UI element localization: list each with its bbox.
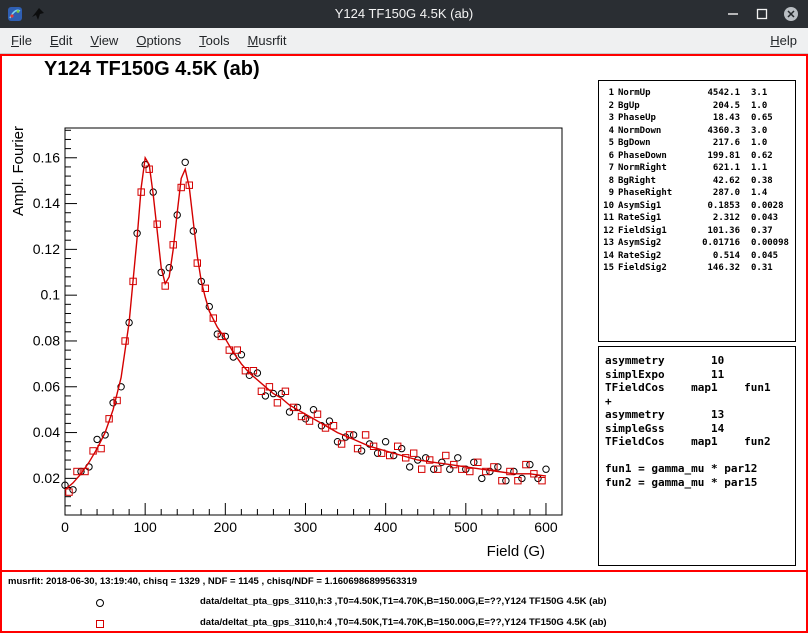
square-marker-icon	[94, 617, 106, 633]
theory-line	[605, 449, 789, 463]
parameter-row: 5BgDown217.61.0	[603, 137, 791, 150]
theory-line: simplExpo 11	[605, 368, 789, 382]
menu-file[interactable]: File	[2, 29, 41, 52]
titlebar: Y124 TF150G 4.5K (ab)	[0, 0, 808, 28]
window-title: Y124 TF150G 4.5K (ab)	[0, 0, 808, 28]
svg-text:0.16: 0.16	[33, 149, 60, 165]
theory-function-panel: asymmetry 10simplExpo 11TFieldCos map1 f…	[598, 346, 796, 566]
svg-text:0.02: 0.02	[33, 470, 60, 486]
parameter-row: 14RateSig20.5140.045	[603, 250, 791, 263]
theory-line: fun1 = gamma_mu * par12	[605, 462, 789, 476]
minimize-button[interactable]	[725, 6, 741, 22]
parameter-row: 7NormRight621.11.1	[603, 162, 791, 175]
theory-line: +	[605, 395, 789, 409]
root-canvas[interactable]: Y124 TF150G 4.5K (ab) 010020030040050060…	[0, 54, 808, 633]
svg-text:200: 200	[214, 519, 238, 535]
circle-marker-icon	[94, 596, 106, 614]
maximize-button[interactable]	[754, 6, 770, 22]
menubar-left: FileEditViewOptionsToolsMusrfit	[0, 29, 296, 52]
parameter-row: 1NormUp4542.13.1	[603, 87, 791, 100]
theory-line: asymmetry 10	[605, 354, 789, 368]
legend-label: data/deltat_pta_gps_3110,h:4 ,T0=4.50K,T…	[200, 617, 607, 628]
menubar-right: Help	[761, 33, 808, 48]
svg-text:300: 300	[294, 519, 318, 535]
svg-text:0.1: 0.1	[41, 287, 61, 303]
parameter-row: 3PhaseUp18.430.65	[603, 112, 791, 125]
svg-text:500: 500	[454, 519, 478, 535]
theory-line: asymmetry 13	[605, 408, 789, 422]
theory-line: simpleGss 14	[605, 422, 789, 436]
menu-view[interactable]: View	[81, 29, 127, 52]
fit-statistics-line: musrfit: 2018-06-30, 13:19:40, chisq = 1…	[8, 576, 417, 587]
close-button[interactable]	[783, 6, 799, 22]
parameter-row: 13AsymSig20.017160.00098	[603, 237, 791, 250]
svg-text:Ampl. Fourier: Ampl. Fourier	[10, 126, 27, 216]
legend-entry: data/deltat_pta_gps_3110,h:3 ,T0=4.50K,T…	[2, 592, 806, 612]
parameter-row: 8BgRight42.620.38	[603, 175, 791, 188]
menubar: FileEditViewOptionsToolsMusrfit Help	[0, 28, 808, 54]
menu-musrfit[interactable]: Musrfit	[239, 29, 296, 52]
svg-text:0: 0	[61, 519, 69, 535]
parameter-row: 12FieldSig1101.360.37	[603, 225, 791, 238]
svg-text:400: 400	[374, 519, 398, 535]
fourier-spectrum-chart[interactable]: 0 100 200 300 400 500 600 0.02 0.04 0.06 0.08 0.1 0.…	[2, 56, 596, 568]
parameter-row: 11RateSig12.3120.043	[603, 212, 791, 225]
svg-text:600: 600	[534, 519, 558, 535]
svg-text:0.08: 0.08	[33, 332, 60, 348]
menu-options[interactable]: Options	[127, 29, 190, 52]
parameter-row: 2BgUp204.51.0	[603, 100, 791, 113]
legend-label: data/deltat_pta_gps_3110,h:3 ,T0=4.50K,T…	[200, 596, 607, 607]
theory-line: fun2 = gamma_mu * par15	[605, 476, 789, 490]
legend-entry: data/deltat_pta_gps_3110,h:4 ,T0=4.50K,T…	[2, 613, 806, 633]
svg-text:0.14: 0.14	[33, 195, 60, 211]
theory-line: TFieldCos map1 fun1	[605, 381, 789, 395]
parameter-row: 15FieldSig2146.320.31	[603, 262, 791, 275]
menu-edit[interactable]: Edit	[41, 29, 81, 52]
fit-parameters-panel: 1NormUp4542.13.12BgUp204.51.03PhaseUp18.…	[598, 80, 796, 342]
fit-info-panel: musrfit: 2018-06-30, 13:19:40, chisq = 1…	[2, 570, 806, 631]
svg-text:Field (G): Field (G)	[487, 543, 545, 560]
parameter-row: 9PhaseRight287.01.4	[603, 187, 791, 200]
menu-help[interactable]: Help	[761, 29, 806, 52]
parameter-row: 6PhaseDown199.810.62	[603, 150, 791, 163]
parameter-row: 4NormDown4360.33.0	[603, 125, 791, 138]
menu-tools[interactable]: Tools	[190, 29, 238, 52]
svg-text:0.12: 0.12	[33, 241, 60, 257]
svg-text:0.06: 0.06	[33, 378, 60, 394]
svg-text:0.04: 0.04	[33, 424, 60, 440]
parameter-row: 10AsymSig10.18530.0028	[603, 200, 791, 213]
theory-line: TFieldCos map1 fun2	[605, 435, 789, 449]
svg-text:100: 100	[133, 519, 157, 535]
